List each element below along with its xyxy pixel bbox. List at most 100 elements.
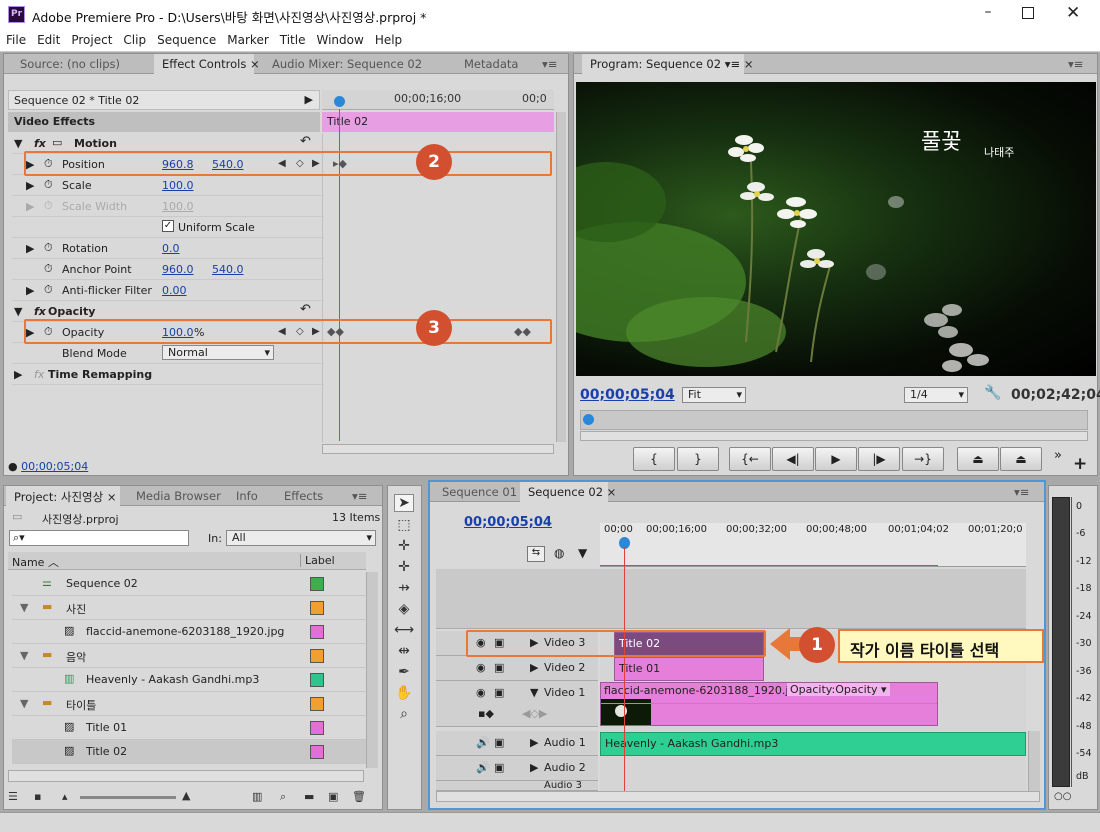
label-color-swatch[interactable]: [310, 673, 324, 687]
tab-project[interactable]: Project: 사진영상 ×: [6, 486, 120, 506]
list-view-icon[interactable]: ☰: [8, 790, 18, 803]
icon-view-icon[interactable]: ▪: [34, 790, 41, 803]
close-icon[interactable]: ×: [250, 57, 260, 71]
go-to-out-button[interactable]: →}: [902, 447, 944, 471]
reset-icon[interactable]: ↶: [300, 302, 311, 317]
menu-clip[interactable]: Clip: [117, 30, 151, 47]
rate-stretch-tool-icon[interactable]: ⇸: [394, 580, 414, 596]
stopwatch-icon[interactable]: ⏱: [44, 241, 53, 255]
list-item-bin-titles[interactable]: ▼ ▬ 타이틀: [12, 692, 368, 716]
panel-menu-icon[interactable]: ▾≡: [344, 486, 375, 506]
list-item-bin-photo[interactable]: ▼ ▬ 사진: [12, 596, 368, 620]
list-item-audio[interactable]: ▥ Heavenly - Aakash Gandhi.mp3: [12, 668, 368, 692]
label-color-swatch[interactable]: [310, 577, 324, 591]
list-item-image[interactable]: ▨ flaccid-anemone-6203188_1920.jpg: [12, 620, 368, 644]
clip-title01[interactable]: Title 01: [614, 657, 764, 681]
tab-info[interactable]: Info: [228, 486, 266, 506]
slide-tool-icon[interactable]: ⇹: [394, 643, 414, 659]
scale-value[interactable]: 100.0: [162, 179, 194, 192]
list-item-sequence02[interactable]: ⚌ Sequence 02: [12, 572, 368, 596]
tab-program[interactable]: Program: Sequence 02 ▾≡ ×: [582, 54, 753, 74]
ripple-edit-tool-icon[interactable]: ✛: [394, 538, 414, 554]
new-item-icon[interactable]: ▣: [328, 790, 338, 803]
list-item-title02[interactable]: ▨ Title 02: [12, 740, 368, 764]
expand-arrow-icon[interactable]: ▼: [14, 305, 22, 318]
hand-tool-icon[interactable]: ✋: [394, 685, 414, 701]
mark-in-button[interactable]: {: [633, 447, 675, 471]
rolling-edit-tool-icon[interactable]: ✛: [394, 559, 414, 575]
new-bin-icon[interactable]: ▬: [304, 790, 314, 803]
clip-image-fx-select[interactable]: Opacity:Opacity ▾: [787, 683, 890, 696]
menu-project[interactable]: Project: [65, 30, 117, 47]
mark-out-button[interactable]: }: [677, 447, 719, 471]
tab-sequence-01[interactable]: Sequence 01: [434, 482, 525, 502]
close-icon[interactable]: ×: [744, 57, 754, 71]
step-back-button[interactable]: ◀|: [772, 447, 814, 471]
stopwatch-icon[interactable]: ⏱: [44, 199, 53, 213]
razor-tool-icon[interactable]: ◈: [394, 601, 414, 617]
timeline-scrollbar-h[interactable]: [436, 791, 1040, 802]
tab-effect-controls[interactable]: Effect Controls ×: [154, 54, 260, 74]
opacity-rubberband[interactable]: [601, 703, 937, 704]
close-icon[interactable]: ×: [107, 490, 117, 504]
solo-buttons-icon[interactable]: ○○: [1054, 791, 1071, 802]
minimize-button[interactable]: –: [978, 4, 998, 24]
ec-scrollbar-h[interactable]: [322, 444, 554, 454]
clip-audio[interactable]: Heavenly - Aakash Gandhi.mp3: [600, 732, 1026, 756]
trash-icon[interactable]: 🗑: [352, 790, 366, 803]
maximize-button[interactable]: [1022, 7, 1034, 19]
zoom-in-icon[interactable]: ▲: [182, 789, 190, 802]
label-color-swatch[interactable]: [310, 721, 324, 735]
tab-source[interactable]: Source: (no clips): [12, 54, 128, 74]
lock-icon[interactable]: ▣: [494, 661, 504, 674]
anchor-y-value[interactable]: 540.0: [212, 263, 244, 276]
lock-icon[interactable]: ▣: [494, 686, 504, 699]
selection-tool-icon[interactable]: ➤: [394, 494, 414, 512]
add-button-icon[interactable]: +: [1073, 454, 1087, 474]
menu-edit[interactable]: Edit: [31, 30, 65, 47]
more-controls-icon[interactable]: »: [1054, 448, 1062, 463]
label-color-swatch[interactable]: [310, 625, 324, 639]
display-style-icon[interactable]: ▪◆: [478, 707, 494, 720]
close-icon[interactable]: ×: [607, 485, 617, 499]
lock-icon[interactable]: ▣: [494, 761, 504, 774]
stopwatch-icon[interactable]: ⏱: [44, 178, 53, 192]
clip-image[interactable]: flaccid-anemone-6203188_1920.jpg Opacity…: [600, 682, 938, 726]
expand-arrow-icon[interactable]: ▼: [20, 649, 28, 662]
ec-playhead-handle[interactable]: [334, 96, 345, 107]
lift-button[interactable]: ⏏: [957, 447, 999, 471]
wrench-icon[interactable]: 🔧: [984, 385, 1001, 401]
expand-arrow-icon[interactable]: ▶: [26, 200, 34, 213]
step-forward-button[interactable]: |▶: [858, 447, 900, 471]
expand-arrow-icon[interactable]: ▶: [14, 368, 22, 381]
eye-icon[interactable]: ◉: [476, 661, 486, 674]
panel-menu-icon[interactable]: ▾≡: [1060, 54, 1091, 74]
program-timecode[interactable]: 00;00;05;04: [580, 387, 675, 403]
expand-arrow-icon[interactable]: ▶: [26, 242, 34, 255]
project-search-input[interactable]: ⌕▾: [9, 530, 189, 546]
menu-marker[interactable]: Marker: [221, 30, 273, 47]
eye-icon[interactable]: ◉: [476, 686, 486, 699]
tab-media-browser[interactable]: Media Browser: [128, 486, 229, 506]
timeline-timecode[interactable]: 00;00;05;04: [464, 515, 552, 530]
expand-arrow-icon[interactable]: ▼: [14, 137, 22, 150]
fit-select[interactable]: Fit ▾: [682, 387, 746, 403]
automate-icon[interactable]: ▥: [252, 790, 262, 803]
go-to-in-button[interactable]: {←: [729, 447, 771, 471]
zoom-out-icon[interactable]: ▴: [62, 790, 68, 803]
label-color-swatch[interactable]: [310, 745, 324, 759]
zoom-slider[interactable]: [80, 796, 176, 799]
panel-menu-icon[interactable]: ▾≡: [725, 57, 740, 71]
panel-menu-icon[interactable]: ▾≡: [534, 54, 565, 74]
column-name-header[interactable]: Name ︿: [12, 554, 59, 570]
antiflicker-value[interactable]: 0.00: [162, 284, 187, 297]
expand-arrow-icon[interactable]: ▼: [20, 601, 28, 614]
work-area-bar[interactable]: [600, 565, 938, 566]
zoom-tool-icon[interactable]: ⌕: [394, 706, 414, 722]
stopwatch-icon[interactable]: ⏱: [44, 283, 53, 297]
pen-tool-icon[interactable]: ✒: [394, 664, 414, 680]
expand-arrow-icon[interactable]: ▼: [20, 697, 28, 710]
ec-scrollbar-v[interactable]: [556, 112, 566, 442]
snap-icon[interactable]: ⇆: [527, 546, 545, 562]
expand-arrow-icon[interactable]: ▶: [530, 761, 538, 774]
